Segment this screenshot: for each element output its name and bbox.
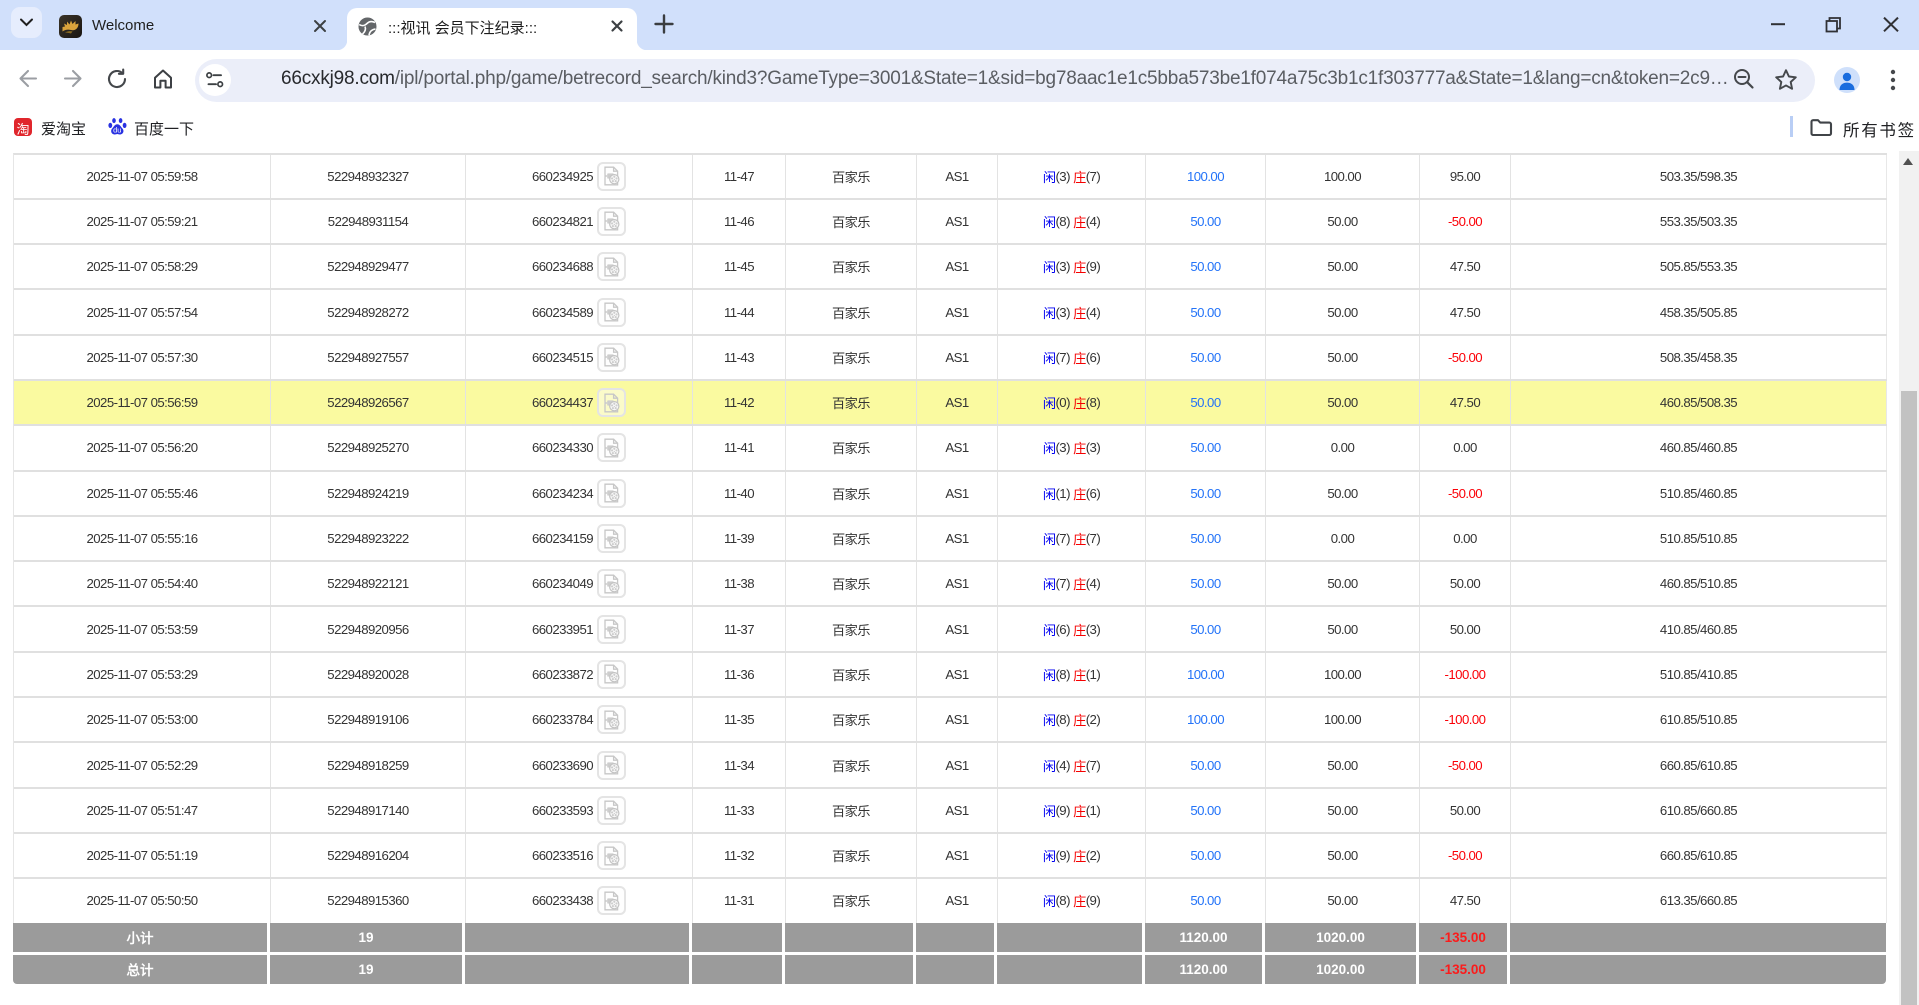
svg-text:du: du — [113, 125, 121, 134]
